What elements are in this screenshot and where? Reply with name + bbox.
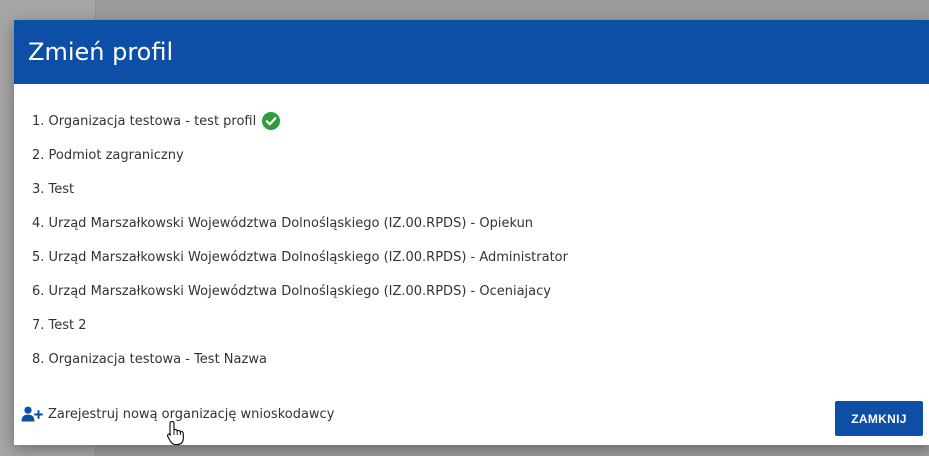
profile-label: 3. Test: [32, 181, 75, 197]
profile-label: 6. Urząd Marszałkowski Województwa Dolno…: [32, 283, 551, 299]
profile-item[interactable]: 5. Urząd Marszałkowski Województwa Dolno…: [32, 240, 929, 274]
hand-cursor-icon: [166, 420, 186, 451]
profile-label: 5. Urząd Marszałkowski Województwa Dolno…: [32, 249, 568, 265]
profile-item[interactable]: 4. Urząd Marszałkowski Województwa Dolno…: [32, 206, 929, 240]
profile-label: 1. Organizacja testowa - test profil: [32, 113, 257, 129]
profile-item[interactable]: 3. Test: [32, 172, 929, 206]
profile-label: 7. Test 2: [32, 317, 87, 333]
profile-item[interactable]: 7. Test 2: [32, 308, 929, 342]
profile-item[interactable]: 2. Podmiot zagraniczny: [32, 138, 929, 172]
register-label: Zarejestruj nową organizację wnioskodawc…: [48, 406, 335, 422]
dialog-header: Zmień profil: [14, 20, 929, 84]
change-profile-dialog: Zmień profil 1. Organizacja testowa - te…: [14, 20, 929, 445]
profile-label: 8. Organizacja testowa - Test Nazwa: [32, 351, 267, 367]
profile-item[interactable]: 6. Urząd Marszałkowski Województwa Dolno…: [32, 274, 929, 308]
profile-item[interactable]: 8. Organizacja testowa - Test Nazwa: [32, 342, 929, 376]
profile-label: 4. Urząd Marszałkowski Województwa Dolno…: [32, 215, 534, 231]
profile-list: 1. Organizacja testowa - test profil 2. …: [32, 104, 929, 376]
user-plus-icon: [21, 406, 43, 422]
dialog-title: Zmień profil: [28, 38, 174, 66]
dialog-footer: Zarejestruj nową organizację wnioskodawc…: [14, 398, 929, 445]
check-circle-icon: [262, 112, 281, 130]
profile-label: 2. Podmiot zagraniczny: [32, 147, 184, 163]
close-button[interactable]: ZAMKNIJ: [835, 401, 923, 436]
profile-item[interactable]: 1. Organizacja testowa - test profil: [32, 104, 929, 138]
